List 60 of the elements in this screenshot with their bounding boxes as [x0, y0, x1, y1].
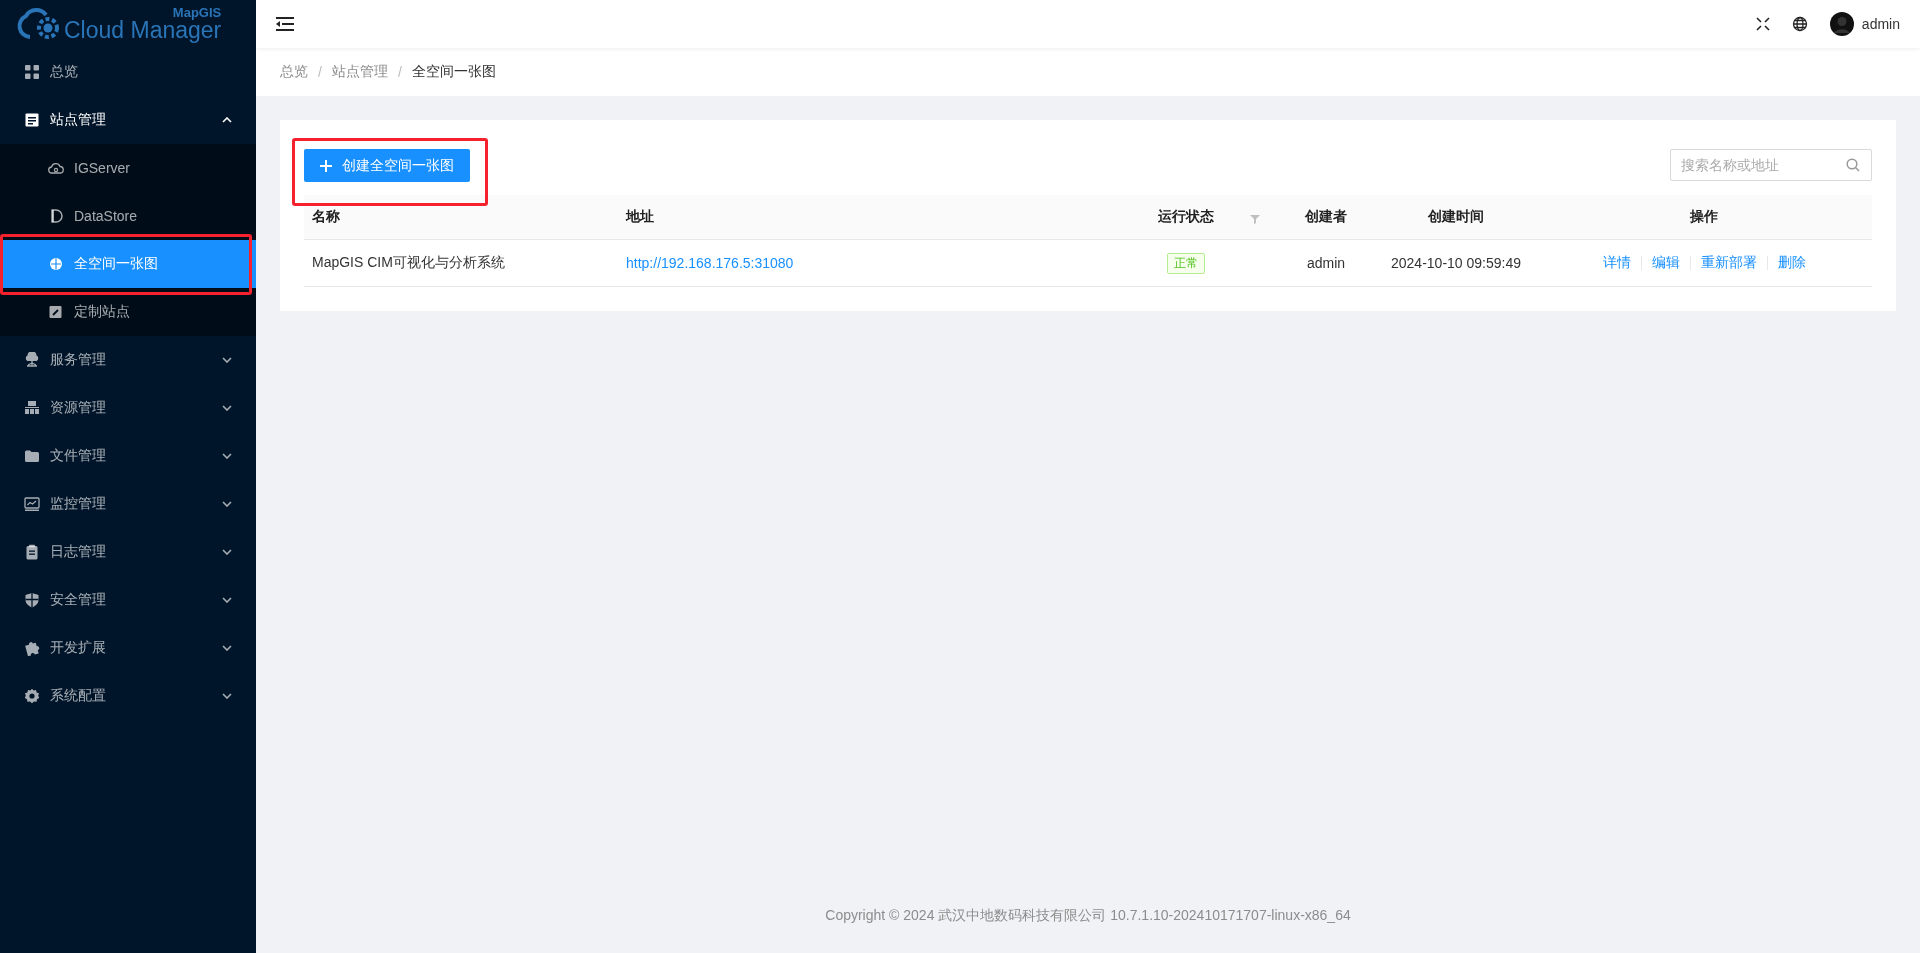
menu-item[interactable]: 总览 — [0, 48, 256, 96]
menu-item[interactable]: 服务管理 — [0, 336, 256, 384]
breadcrumb-separator: / — [397, 64, 402, 80]
breadcrumb-link[interactable]: 站点管理 — [331, 63, 388, 81]
search-field[interactable]: 搜索名称或地址 — [1670, 149, 1872, 181]
submenu-item[interactable]: IGServer — [0, 144, 256, 192]
fullscreen-icon[interactable] — [1755, 17, 1770, 31]
monitor-icon — [24, 496, 40, 512]
plus-icon — [320, 159, 332, 172]
chevron-down-icon — [222, 405, 232, 411]
settings-icon — [24, 688, 40, 704]
user-avatar-icon[interactable] — [1829, 12, 1854, 36]
folder-icon — [24, 448, 40, 464]
menu-item[interactable]: 文件管理 — [0, 432, 256, 480]
menu-item[interactable]: 资源管理 — [0, 384, 256, 432]
column-header: 创建时间 — [1427, 208, 1485, 226]
menu-item[interactable]: 站点管理 — [0, 96, 256, 144]
menu-item[interactable]: 监控管理 — [0, 480, 256, 528]
submenu-item[interactable]: DataStore — [0, 192, 256, 240]
cloud-icon — [48, 160, 64, 176]
logo-title: Cloud Manager — [64, 19, 222, 42]
user-name[interactable]: admin — [1861, 16, 1900, 32]
breadcrumb-separator: / — [318, 64, 322, 80]
column-header: 操作 — [1689, 208, 1719, 226]
chevron-down-icon — [222, 453, 232, 459]
column-header: 创建者 — [1304, 208, 1348, 226]
table-cell-text: 2024-10-10 09:59:49 — [1390, 255, 1522, 271]
table-cell-text: admin — [1305, 255, 1347, 271]
chevron-down-icon — [222, 645, 232, 651]
chevron-down-icon — [222, 357, 232, 363]
menu-item[interactable]: 安全管理 — [0, 576, 256, 624]
menu-item[interactable]: 系统配置 — [0, 672, 256, 720]
puzzle-icon — [24, 640, 40, 656]
globe-icon — [48, 256, 64, 272]
submenu-item[interactable]: 定制站点 — [0, 288, 256, 336]
column-header: 地址 — [624, 208, 655, 226]
column-header: 名称 — [311, 208, 341, 226]
status-tag: 正常 — [1167, 252, 1205, 274]
column-header: 运行状态 — [1096, 208, 1276, 226]
search-icon[interactable] — [1846, 158, 1860, 172]
table-cell-text: MapGIS CIM可视化与分析系统 — [311, 254, 506, 272]
logo-caption: MapGIS — [172, 6, 222, 19]
copyright-text: Copyright © 2024 武汉中地数码科技有限公司 10.7.1.10-202410171707-linux-x86_64 — [824, 906, 1352, 925]
chevron-down-icon — [222, 597, 232, 603]
chevron-down-icon — [222, 549, 232, 555]
chevron-down-icon — [222, 501, 232, 507]
menu-item[interactable]: 日志管理 — [0, 528, 256, 576]
shield-icon — [24, 592, 40, 608]
edit-icon — [48, 304, 64, 320]
grid-icon — [24, 64, 40, 80]
cloud-gear-logo-icon — [16, 7, 62, 41]
menu-fold-icon[interactable] — [276, 17, 294, 31]
clipboard-icon — [24, 544, 40, 560]
menu-item[interactable]: 开发扩展 — [0, 624, 256, 672]
breadcrumb-link[interactable]: 总览 — [280, 63, 308, 81]
document-icon — [24, 112, 40, 128]
chevron-down-icon — [222, 693, 232, 699]
sitemap-icon — [24, 400, 40, 416]
chevron-up-icon — [222, 117, 232, 123]
globe-icon[interactable] — [1791, 16, 1808, 32]
